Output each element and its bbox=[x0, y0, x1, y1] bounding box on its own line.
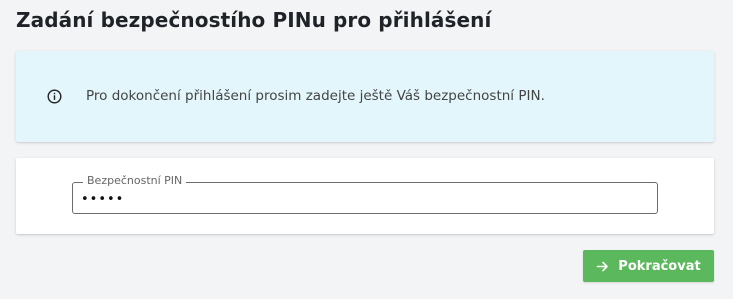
pin-login-page: Zadání bezpečnostího PINu pro přihlášení… bbox=[0, 0, 733, 299]
page-title: Zadání bezpečnostího PINu pro přihlášení bbox=[16, 8, 492, 32]
info-message: Pro dokončení přihlášení prosim zadejte … bbox=[86, 88, 545, 104]
info-icon bbox=[47, 89, 62, 104]
arrow-right-icon bbox=[596, 260, 609, 273]
continue-button-label: Pokračovat bbox=[618, 258, 701, 274]
pin-input[interactable] bbox=[81, 189, 641, 209]
pin-field-label: Bezpečnostní PIN bbox=[83, 174, 187, 188]
pin-card: Bezpečnostní PIN bbox=[16, 158, 714, 234]
continue-button[interactable]: Pokračovat bbox=[583, 250, 714, 282]
info-banner: Pro dokončení přihlášení prosim zadejte … bbox=[16, 51, 714, 142]
pin-field: Bezpečnostní PIN bbox=[72, 174, 658, 214]
